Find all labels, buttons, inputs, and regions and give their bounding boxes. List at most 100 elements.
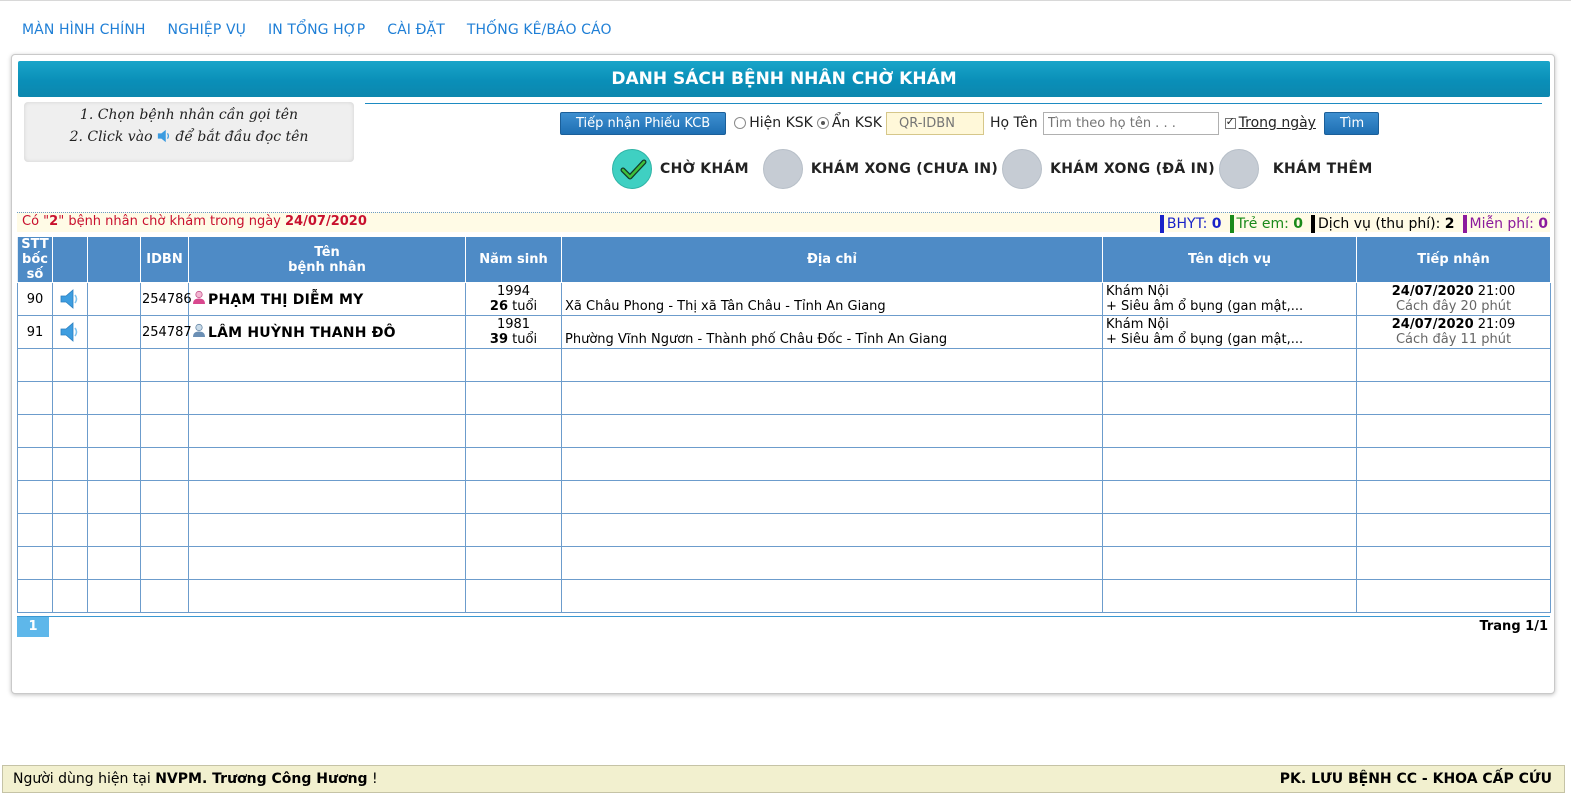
child-count: 0	[1293, 216, 1304, 232]
speaker-icon	[157, 129, 169, 143]
status-done-not-printed-toggle[interactable]	[762, 149, 803, 189]
empty-row	[17, 513, 1551, 547]
status-waiting-label: CHỜ KHÁM	[660, 161, 749, 177]
patient-name: PHẠM THỊ DIỄM MY	[208, 292, 364, 308]
cell-stt: 90	[17, 282, 53, 316]
status-bar: Người dùng hiện tại NVPM. Trương Công Hư…	[2, 765, 1565, 793]
service-bar	[1311, 215, 1316, 233]
nav-print-summary[interactable]: IN TỔNG HỢP	[268, 22, 365, 42]
empty-row	[17, 546, 1551, 580]
empty-row	[17, 480, 1551, 514]
page-title: DANH SÁCH BỆNH NHÂN CHỜ KHÁM	[18, 61, 1550, 97]
department-name: PK. LƯU BỆNH CC - KHOA CẤP CỨU	[1279, 771, 1552, 787]
empty-row	[17, 381, 1551, 415]
divider	[365, 103, 1542, 104]
summary-date: 24/07/2020	[285, 214, 367, 229]
cell-received: 24/07/2020 21:00 Cách đây 20 phút	[1356, 282, 1551, 316]
main-panel: DANH SÁCH BỆNH NHÂN CHỜ KHÁM 1. Chọn bện…	[11, 54, 1555, 694]
instruction-step-1: 1. Chọn bệnh nhân cần gọi tên	[79, 107, 299, 123]
status-filter: CHỜ KHÁM KHÁM XONG (CHƯA IN) KHÁM XONG (…	[612, 149, 1377, 189]
speaker-icon[interactable]	[59, 321, 81, 343]
name-search-input[interactable]	[1042, 111, 1219, 135]
empty-row	[17, 447, 1551, 481]
page-info: Trang 1/1	[1479, 619, 1548, 634]
col-stt[interactable]: STT bốc số	[17, 236, 53, 283]
cell-blank	[87, 282, 141, 316]
nav-reports[interactable]: THỐNG KÊ/BÁO CÁO	[467, 22, 612, 42]
status-done-not-printed-label: KHÁM XONG (CHƯA IN)	[810, 161, 999, 177]
empty-row	[17, 348, 1551, 382]
show-ksk-label: Hiện KSK	[749, 115, 813, 131]
free-bar	[1462, 215, 1467, 233]
service-label: Dịch vụ (thu phí):	[1318, 216, 1441, 232]
child-label: Trẻ em:	[1236, 216, 1289, 232]
cell-service: Khám Nội + Siêu âm ổ bụng (gan mật,...	[1102, 315, 1357, 349]
cell-idbn: 254787	[140, 315, 192, 349]
today-checkbox[interactable]	[1224, 115, 1236, 129]
col-dob[interactable]: Năm sinh	[465, 236, 562, 283]
user-name: NVPM. Trương Công Hương	[155, 771, 368, 787]
today-label[interactable]: Trong ngày	[1239, 115, 1316, 131]
status-extra-exam-toggle[interactable]	[1218, 149, 1259, 189]
col-address[interactable]: Địa chỉ	[561, 236, 1103, 283]
nav-settings[interactable]: CÀI ĐẶT	[387, 22, 445, 42]
patient-name: LÂM HUỲNH THANH ĐÔ	[208, 325, 396, 341]
status-waiting-toggle[interactable]	[612, 149, 652, 189]
table-header-row: STT bốc số IDBN Tên bệnh nhân Năm sinh Địa…	[17, 236, 1551, 283]
male-user-icon	[193, 323, 205, 337]
search-button[interactable]: Tìm	[1323, 111, 1379, 135]
speaker-icon[interactable]	[59, 288, 81, 310]
table-row[interactable]: 91 254787 LÂM HUỲNH THANH ĐÔ 1981 39 tuổi Phư…	[17, 315, 1551, 349]
patient-table: STT bốc số IDBN Tên bệnh nhân Năm sinh Địa…	[17, 236, 1551, 613]
col-name[interactable]: Tên bệnh nhân	[188, 236, 466, 283]
cell-name: PHẠM THỊ DIỄM MY	[188, 282, 466, 316]
service-count: 2	[1444, 216, 1455, 232]
col-service[interactable]: Tên dịch vụ	[1102, 236, 1357, 283]
cell-speaker[interactable]	[52, 282, 88, 316]
bhyt-count: 0	[1211, 216, 1222, 232]
instructions-box: 1. Chọn bệnh nhân cần gọi tên 2. Click v…	[24, 102, 354, 162]
checkmark-icon	[620, 159, 647, 180]
cell-dob: 1994 26 tuổi	[465, 282, 562, 316]
pager-divider	[17, 616, 1550, 617]
cell-service: Khám Nội + Siêu âm ổ bụng (gan mật,...	[1102, 282, 1357, 316]
empty-row	[17, 414, 1551, 448]
table-row[interactable]: 90 254786 PHẠM THỊ DIỄM MY 1994 26 tuổi Xã Ch…	[17, 282, 1551, 316]
female-user-icon	[193, 290, 205, 304]
child-bar	[1229, 215, 1234, 233]
cell-stt: 91	[17, 315, 53, 349]
hide-ksk-radio[interactable]	[816, 117, 829, 129]
instruction-step-2: 2. Click vào để bắt đầu đọc tên	[69, 129, 309, 145]
cell-idbn: 254786	[140, 282, 192, 316]
waiting-summary: Có "2" bệnh nhân chờ khám trong ngày 24/…	[22, 214, 367, 229]
show-ksk-radio[interactable]	[734, 117, 747, 129]
receive-kcb-button[interactable]: Tiếp nhận Phiếu KCB	[560, 111, 727, 135]
cell-name: LÂM HUỲNH THANH ĐÔ	[188, 315, 466, 349]
col-idbn[interactable]: IDBN	[140, 236, 189, 283]
status-done-printed-toggle[interactable]	[1002, 149, 1043, 189]
qr-idbn-input[interactable]	[886, 111, 984, 135]
nav-operations[interactable]: NGHIỆP VỤ	[168, 22, 246, 42]
page-1-button[interactable]: 1	[17, 617, 49, 637]
col-blank	[87, 236, 141, 283]
cell-blank	[87, 315, 141, 349]
bhyt-label: BHYT:	[1166, 216, 1208, 232]
empty-row	[17, 579, 1551, 613]
top-nav: MÀN HÌNH CHÍNH NGHIỆP VỤ IN TỔNG HỢP CÀI…	[22, 22, 612, 42]
cell-speaker[interactable]	[52, 315, 88, 349]
col-received[interactable]: Tiếp nhận	[1356, 236, 1551, 283]
filter-toolbar: Tiếp nhận Phiếu KCB Hiện KSK Ẩn KSK Họ T…	[560, 111, 1379, 135]
status-extra-exam-label: KHÁM THÊM	[1272, 161, 1373, 177]
cell-address: Xã Châu Phong - Thị xã Tân Châu - Tỉnh A…	[561, 282, 1103, 316]
bhyt-bar	[1159, 215, 1164, 233]
name-label: Họ Tên	[990, 115, 1038, 131]
hide-ksk-label: Ẩn KSK	[831, 115, 882, 131]
cell-dob: 1981 39 tuổi	[465, 315, 562, 349]
nav-main-screen[interactable]: MÀN HÌNH CHÍNH	[22, 22, 146, 42]
status-done-printed-label: KHÁM XONG (ĐÃ IN)	[1050, 161, 1215, 177]
current-user: Người dùng hiện tại NVPM. Trương Công Hư…	[13, 771, 378, 787]
cell-received: 24/07/2020 21:09 Cách đây 11 phút	[1356, 315, 1551, 349]
summary-strip: Có "2" bệnh nhân chờ khám trong ngày 24/…	[17, 212, 1550, 233]
category-counts: BHYT: 0 Trẻ em: 0 Dịch vụ (thu phí): 2 M…	[1152, 215, 1548, 233]
free-label: Miễn phí:	[1469, 216, 1534, 232]
